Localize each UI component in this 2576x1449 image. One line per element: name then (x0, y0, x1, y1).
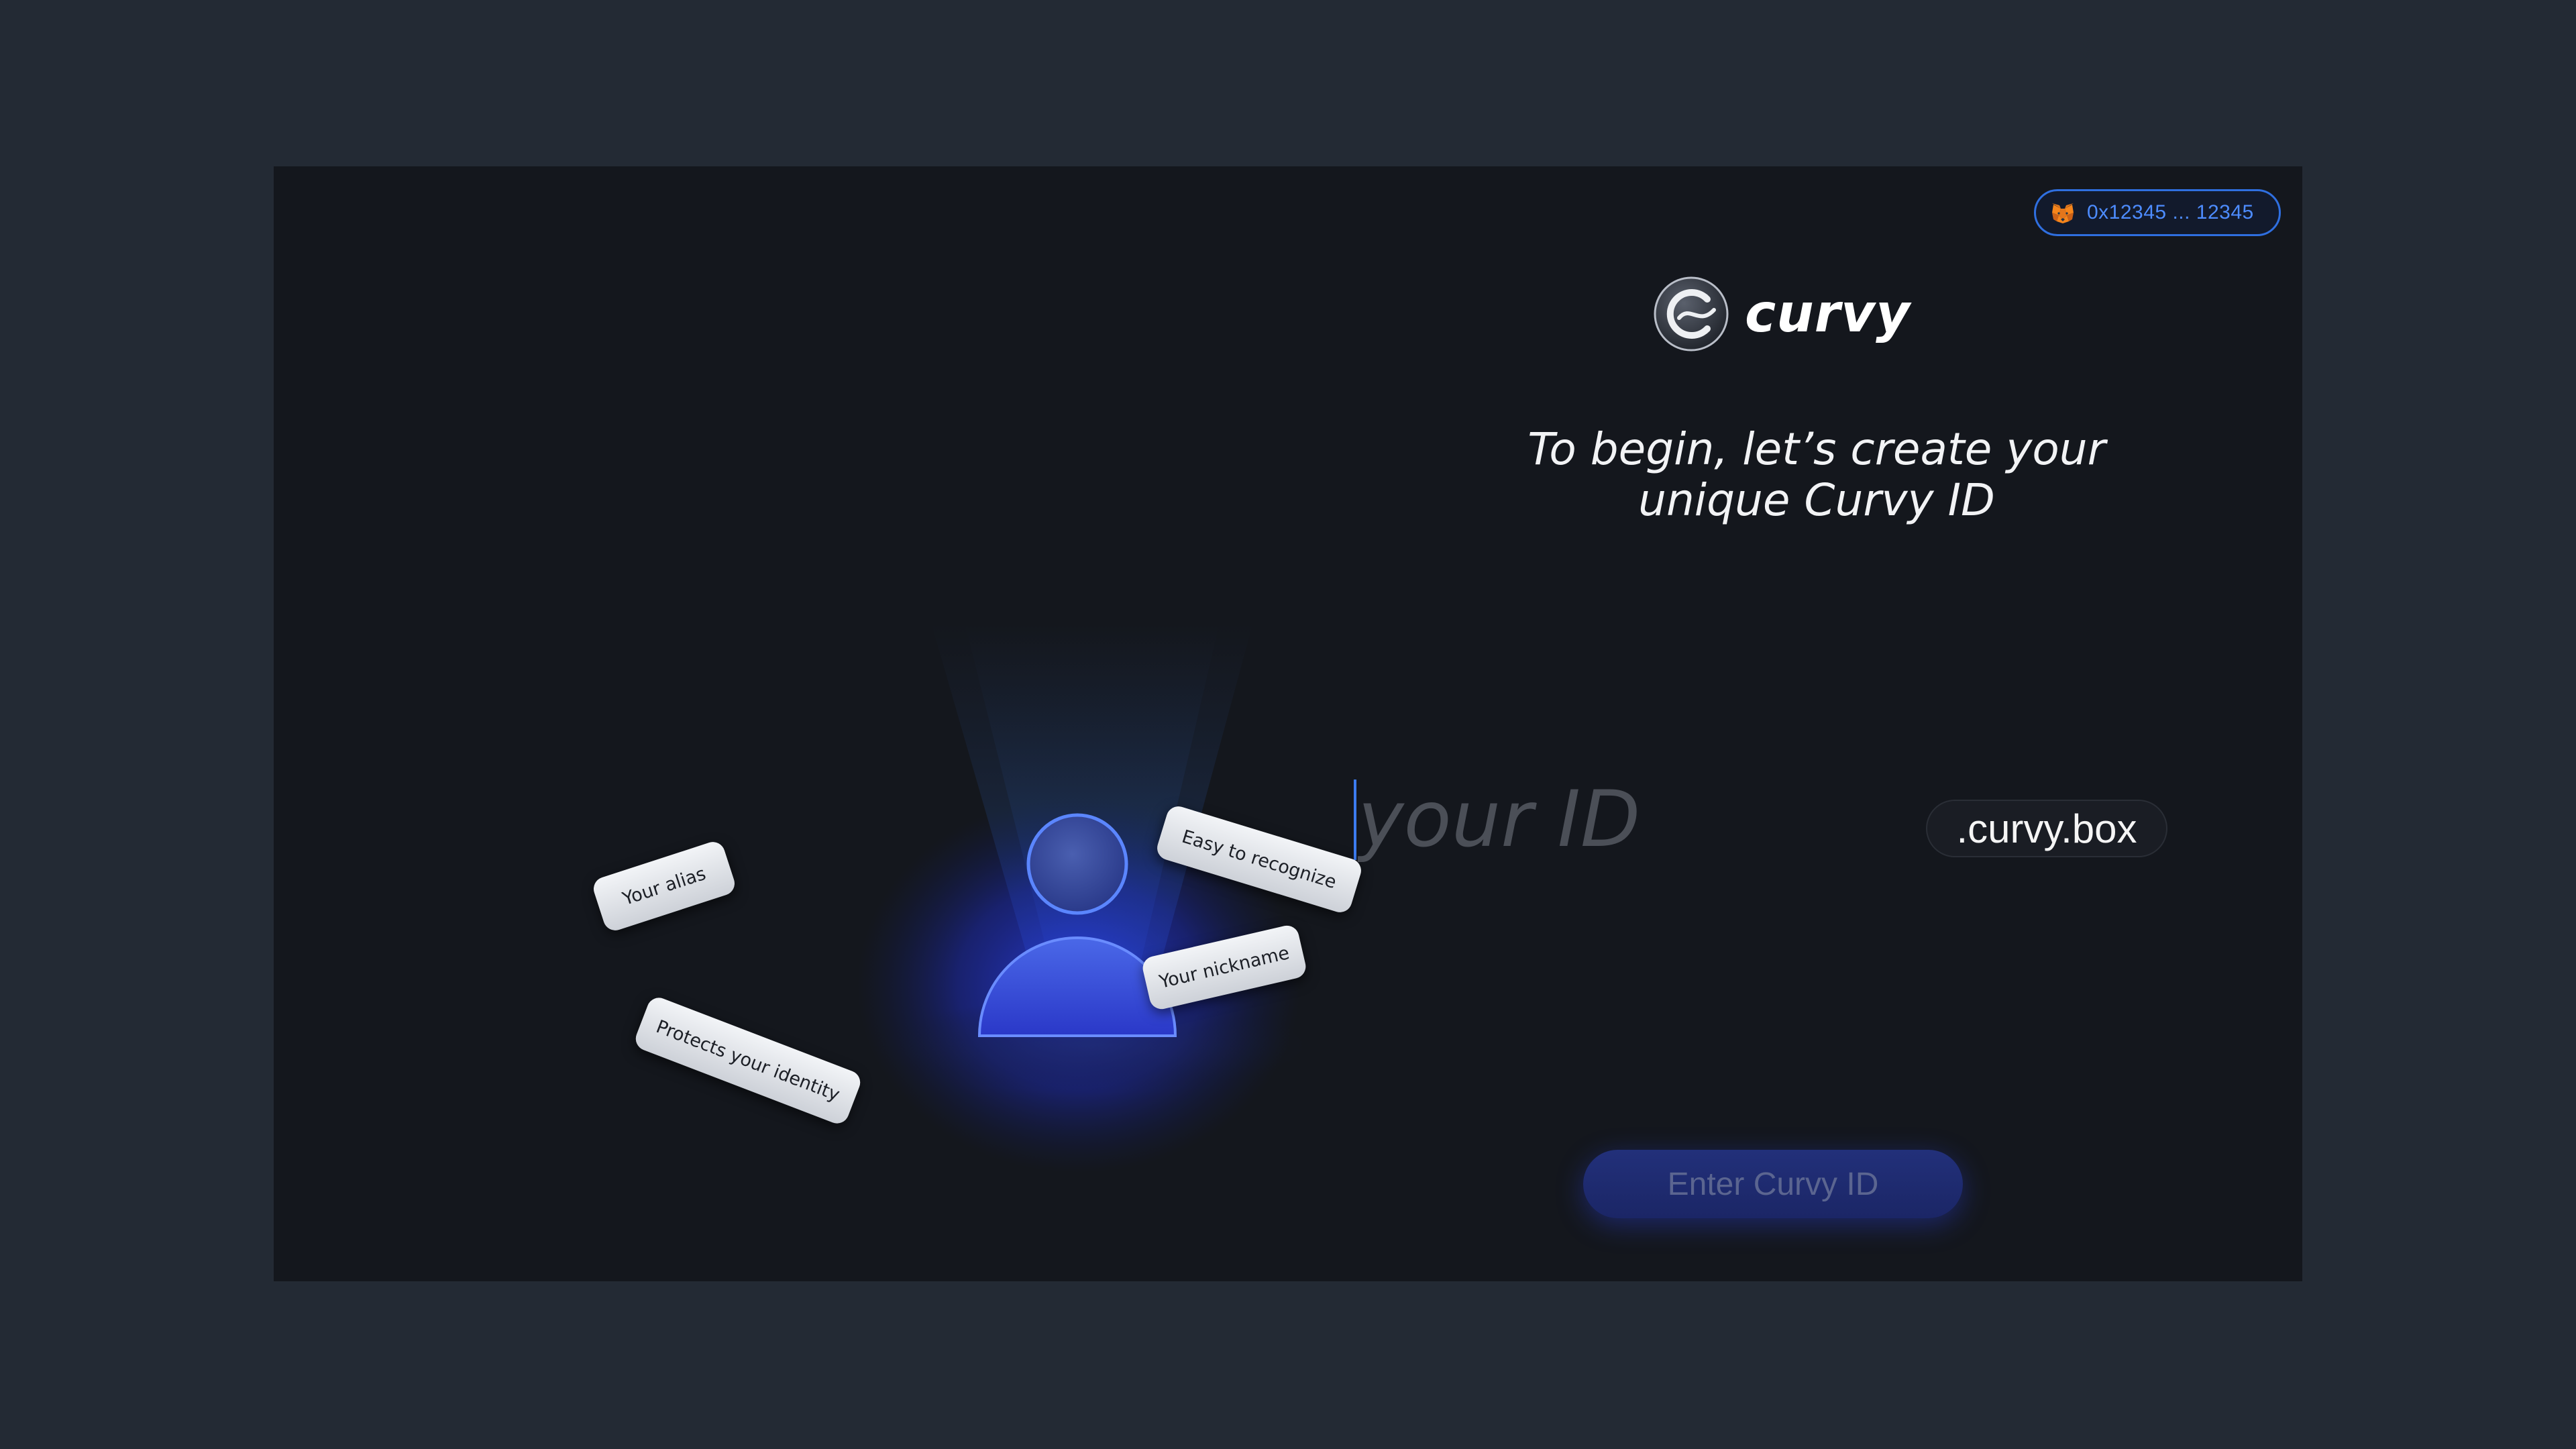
brand-name: curvy (1745, 284, 1911, 344)
domain-suffix-badge: .curvy.box (1926, 800, 2167, 857)
page-headline: To begin, let’s create your unique Curvy… (1414, 424, 2219, 526)
wallet-address-text: 0x12345 ... 12345 (2087, 201, 2254, 223)
curvy-logo-icon (1654, 276, 1729, 352)
headline-line-2: unique Curvy ID (1638, 474, 1995, 527)
app-panel: 0x12345 ... 12345 curvy To begin, let’s … (274, 166, 2302, 1281)
identity-illustration: Your alias Easy to recognize Your nickna… (529, 421, 1414, 1226)
curvy-id-input[interactable] (1358, 775, 1948, 863)
user-avatar-icon (857, 623, 1307, 1173)
metamask-fox-icon (2052, 203, 2074, 223)
brand-header: curvy (1652, 274, 1911, 354)
headline-line-1: To begin, let’s create your (1527, 423, 2106, 476)
wallet-address-button[interactable]: 0x12345 ... 12345 (2034, 189, 2281, 236)
curvy-id-field (1354, 775, 1957, 863)
enter-curvy-id-button[interactable]: Enter Curvy ID (1583, 1150, 1963, 1218)
